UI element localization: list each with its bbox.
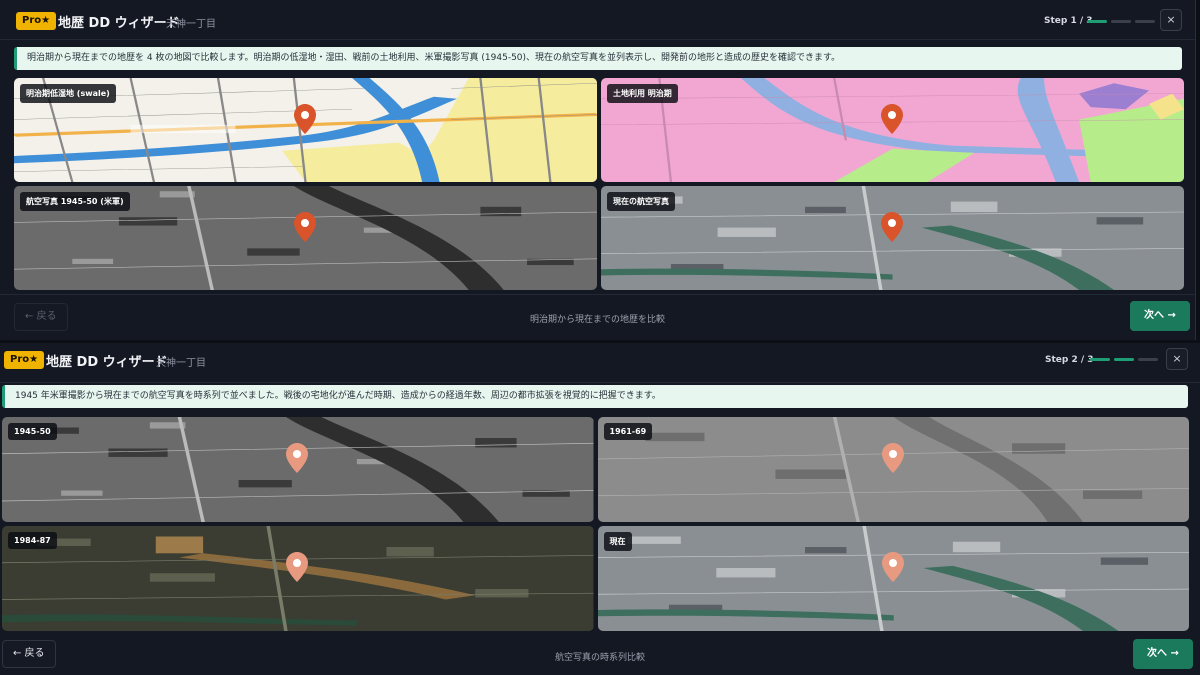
aerial-timeline-grid: 1945-50 1961-69 1984-87 現在 [2, 417, 1189, 631]
step-dot-1 [1087, 20, 1107, 23]
map-tile-landuse-meiji[interactable]: 土地利用 明治期 [601, 78, 1184, 182]
tile-label: 現在の航空写真 [607, 192, 675, 211]
location-pin-icon [881, 552, 904, 582]
tile-label: 1961-69 [603, 423, 653, 440]
tile-label: 現在 [603, 532, 632, 551]
close-icon: × [1166, 13, 1176, 26]
next-button[interactable]: 次へ → [1130, 301, 1190, 331]
aerial-tile-1984-87[interactable]: 1984-87 [2, 526, 594, 631]
step-progress [1090, 358, 1158, 361]
wizard-footer: ← 戻る 明治期から現在までの地歴を比較 次へ → [0, 294, 1195, 340]
wizard-header: Pro★ 地歴 DD ウィザード 天神一丁目 Step 2 / 3 × [0, 343, 1200, 383]
map-tile-aerial-1945[interactable]: 航空写真 1945-50 (米軍) [14, 186, 597, 290]
close-icon: × [1172, 352, 1182, 365]
step-indicator: Step 1 / 3 [1044, 16, 1093, 26]
step-dot-2 [1114, 358, 1134, 361]
tile-label: 航空写真 1945-50 (米軍) [20, 192, 130, 211]
pro-badge: Pro★ [4, 351, 45, 369]
wizard-footer: ← 戻る 航空写真の時系列比較 次へ → [0, 637, 1200, 675]
aerial-tile-current[interactable]: 現在 [597, 526, 1189, 631]
tile-label: 明治期低湿地 (swale) [20, 84, 116, 103]
step-indicator: Step 2 / 3 [1045, 355, 1094, 365]
tile-label: 土地利用 明治期 [607, 84, 678, 103]
location-pin-icon [286, 552, 308, 582]
close-button[interactable]: × [1160, 9, 1182, 31]
wizard-header: Pro★ 地歴 DD ウィザード 天神一丁目 Step 1 / 3 × [0, 0, 1195, 40]
pro-badge: Pro★ [16, 12, 57, 30]
map-tile-meiji-swale[interactable]: 明治期低湿地 (swale) [14, 78, 597, 182]
map-tile-aerial-current[interactable]: 現在の航空写真 [601, 186, 1184, 290]
location-pin-icon [294, 104, 316, 134]
info-banner: 1945 年米軍撮影から現在までの航空写真を時系列で並べました。戦後の宅地化が進… [2, 385, 1188, 408]
wizard-title: 地歴 DD ウィザード [46, 355, 168, 370]
aerial-tile-1945-50[interactable]: 1945-50 [2, 417, 594, 522]
location-pin-icon [286, 443, 308, 473]
info-banner: 明治期から現在までの地歴を 4 枚の地図で比較します。明治期の低湿地・湿田、戦前… [14, 47, 1182, 70]
next-button[interactable]: 次へ → [1133, 639, 1193, 669]
location-pin-icon [294, 212, 316, 242]
footer-caption: 明治期から現在までの地歴を比較 [529, 315, 665, 325]
location-label: 天神一丁目 [156, 358, 206, 369]
step-dot-1 [1090, 358, 1110, 361]
location-pin-icon [881, 443, 904, 473]
wizard-panel-step-2: Pro★ 地歴 DD ウィザード 天神一丁目 Step 2 / 3 × 1945… [0, 343, 1200, 675]
aerial-tile-1961-69[interactable]: 1961-69 [597, 417, 1189, 522]
tile-label: 1984-87 [8, 532, 57, 549]
step-dot-3 [1135, 20, 1155, 23]
wizard-panel-step-1: Pro★ 地歴 DD ウィザード 天神一丁目 Step 1 / 3 × 明治期か… [0, 0, 1196, 340]
location-label: 天神一丁目 [166, 19, 216, 30]
step-dot-2 [1111, 20, 1131, 23]
tile-label: 1945-50 [8, 423, 57, 440]
map-grid: 明治期低湿地 (swale) 土地利用 明治期 航空写真 1945-50 (米軍… [14, 78, 1184, 290]
footer-caption: 航空写真の時系列比較 [554, 653, 645, 663]
wizard-title: 地歴 DD ウィザード [58, 16, 180, 31]
location-pin-icon [881, 212, 903, 242]
location-pin-icon [881, 104, 903, 134]
close-button[interactable]: × [1166, 348, 1188, 370]
step-progress [1087, 20, 1155, 23]
step-dot-3 [1138, 358, 1158, 361]
